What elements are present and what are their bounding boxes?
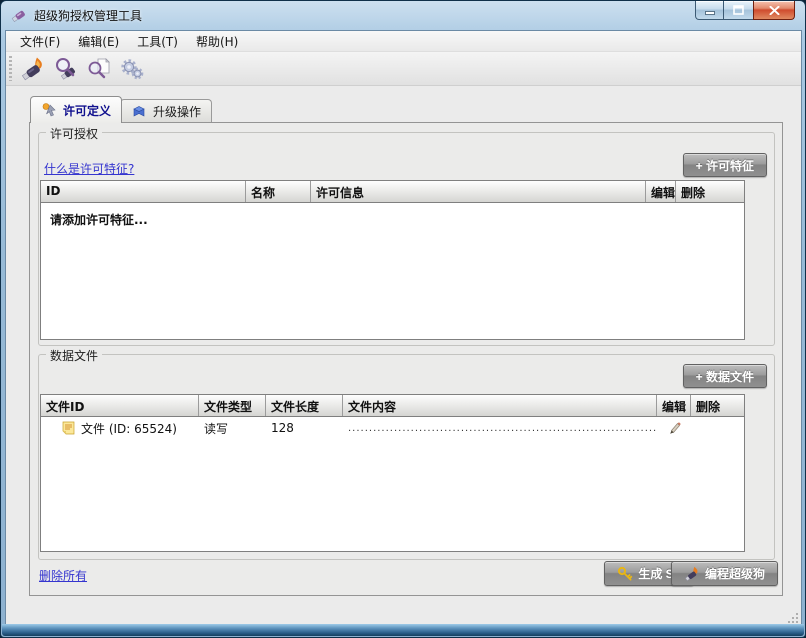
- program-superdog-label: 编程超级狗: [705, 565, 765, 582]
- file-length-cell: 128: [266, 417, 343, 439]
- license-feature-icon: [41, 102, 57, 118]
- license-table: ID 名称 许可信息 编辑 删除 请添加许可特征...: [40, 180, 745, 340]
- col-license-info: 许可信息: [311, 181, 646, 202]
- toolbar: [6, 52, 801, 86]
- license-definition-panel: 许可授权 什么是许可特征? + 许可特征 ID 名称 许可信息 编辑 删除 请添…: [29, 122, 783, 596]
- find-dongle-icon[interactable]: [51, 55, 81, 83]
- menu-tools[interactable]: 工具(T): [128, 31, 187, 52]
- col-edit: 编辑: [657, 395, 691, 416]
- resize-grip[interactable]: [786, 609, 799, 622]
- col-name: 名称: [246, 181, 311, 202]
- col-delete: 删除: [691, 395, 744, 416]
- col-id: ID: [41, 181, 246, 202]
- license-table-header: ID 名称 许可信息 编辑 删除: [41, 181, 744, 203]
- what-is-feature-link[interactable]: 什么是许可特征?: [44, 160, 134, 177]
- titlebar[interactable]: 超级狗授权管理工具: [1, 1, 805, 30]
- tab-upgrade-operations[interactable]: 升级操作: [120, 99, 212, 123]
- maximize-button[interactable]: [724, 1, 753, 20]
- file-id-cell: 文件 (ID: 65524): [41, 417, 199, 439]
- delete-all-link[interactable]: 删除所有: [39, 567, 87, 584]
- file-id-text: 文件 (ID: 65524): [81, 420, 177, 437]
- edit-pencil-icon[interactable]: [666, 420, 682, 436]
- data-file-icon: [62, 421, 75, 435]
- add-feature-button[interactable]: + 许可特征: [683, 153, 767, 177]
- tab-label: 升级操作: [153, 103, 201, 120]
- col-file-type: 文件类型: [199, 395, 266, 416]
- app-window: 超级狗授权管理工具 文件(F) 编辑(E) 工具(T) 帮助(H): [0, 0, 806, 638]
- window-controls: [695, 1, 795, 20]
- col-edit: 编辑: [646, 181, 676, 202]
- content-area: 许可定义 升级操作 许可授权 什么是许可特征? + 许可特征: [6, 87, 801, 624]
- preview-icon[interactable]: [84, 55, 114, 83]
- key-icon: [617, 566, 633, 582]
- program-superdog-button[interactable]: 编程超级狗: [671, 561, 778, 586]
- toolbar-gripper[interactable]: [9, 56, 12, 81]
- dongle-flame-icon: [684, 566, 700, 582]
- data-file-table-header: 文件ID 文件类型 文件长度 文件内容 编辑 删除: [41, 395, 744, 417]
- file-type-cell: 读写: [199, 417, 266, 439]
- group-title: 许可授权: [46, 125, 102, 142]
- menu-edit[interactable]: 编辑(E): [69, 31, 128, 52]
- app-dongle-icon: [11, 8, 27, 24]
- data-file-table: 文件ID 文件类型 文件长度 文件内容 编辑 删除: [40, 394, 745, 552]
- col-file-id: 文件ID: [41, 395, 199, 416]
- add-data-file-button[interactable]: + 数据文件: [683, 364, 767, 388]
- close-button[interactable]: [753, 1, 795, 20]
- program-dongle-icon[interactable]: [18, 55, 48, 83]
- window-title: 超级狗授权管理工具: [34, 7, 142, 24]
- group-title: 数据文件: [46, 347, 102, 364]
- col-file-length: 文件长度: [266, 395, 343, 416]
- license-authorization-group: 许可授权 什么是许可特征? + 许可特征 ID 名称 许可信息 编辑 删除 请添…: [38, 132, 775, 346]
- col-file-content: 文件内容: [343, 395, 657, 416]
- menubar: 文件(F) 编辑(E) 工具(T) 帮助(H): [6, 31, 801, 52]
- file-content-cell: ........................................…: [343, 417, 657, 439]
- data-file-group: 数据文件 + 数据文件 文件ID 文件类型 文件长度 文件内容 编辑 删除: [38, 354, 775, 560]
- edit-file-cell: [657, 417, 691, 439]
- client-area: 文件(F) 编辑(E) 工具(T) 帮助(H): [5, 30, 802, 625]
- tab-license-definition[interactable]: 许可定义: [30, 96, 122, 123]
- menu-help[interactable]: 帮助(H): [187, 31, 247, 52]
- empty-feature-message: 请添加许可特征...: [41, 203, 744, 236]
- menu-file[interactable]: 文件(F): [11, 31, 69, 52]
- data-file-row[interactable]: 文件 (ID: 65524) 读写 128 ..................…: [41, 417, 744, 439]
- settings-gears-icon[interactable]: [117, 55, 147, 83]
- col-delete: 删除: [676, 181, 744, 202]
- minimize-button[interactable]: [695, 1, 724, 20]
- upgrade-icon: [131, 104, 147, 120]
- tab-label: 许可定义: [63, 102, 111, 119]
- delete-file-cell: [691, 417, 744, 439]
